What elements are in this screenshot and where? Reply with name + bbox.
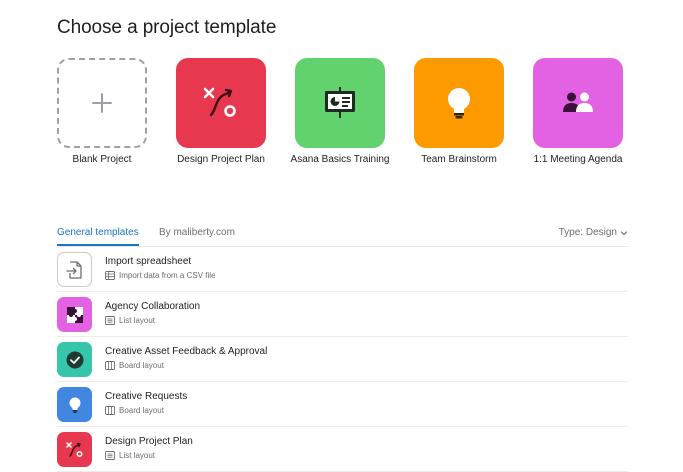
type-filter-label: Type: Design bbox=[558, 227, 617, 238]
list-item-subtitle: Import data from a CSV file bbox=[105, 271, 215, 280]
design-project-plan-thumb bbox=[57, 432, 92, 467]
list-item-title: Creative Asset Feedback & Approval bbox=[105, 346, 268, 357]
list-item-title: Creative Requests bbox=[105, 391, 188, 402]
template-tabs: General templates By maliberty.com Type:… bbox=[57, 222, 628, 247]
list-layout-icon bbox=[105, 316, 115, 325]
puzzle-icon bbox=[66, 306, 83, 323]
list-item-design-project-plan[interactable]: Design Project Plan List layout bbox=[57, 427, 628, 472]
spreadsheet-icon bbox=[105, 271, 115, 280]
list-item-subtitle-text: Import data from a CSV file bbox=[119, 271, 216, 280]
board-layout-icon bbox=[105, 406, 115, 415]
type-filter-dropdown[interactable]: Type: Design bbox=[559, 227, 628, 238]
meeting-agenda-tile[interactable] bbox=[533, 58, 623, 148]
blank-project-tile[interactable] bbox=[57, 58, 147, 148]
list-item-agency-collaboration[interactable]: Agency Collaboration List layout bbox=[57, 292, 628, 337]
list-item-import-spreadsheet[interactable]: Import spreadsheet Import data from a CS… bbox=[57, 247, 628, 292]
card-1-1-meeting-agenda[interactable]: 1:1 Meeting Agenda bbox=[533, 58, 623, 165]
list-item-title: Design Project Plan bbox=[105, 436, 193, 447]
card-asana-basics-training[interactable]: Asana Basics Training bbox=[291, 58, 389, 165]
list-item-subtitle: List layout bbox=[105, 316, 155, 325]
lightbulb-icon bbox=[448, 88, 470, 119]
card-label: Design Project Plan bbox=[177, 154, 265, 165]
template-cards: Blank Project Design Project Plan Asana … bbox=[0, 58, 683, 178]
list-item-creative-asset-feedback[interactable]: Creative Asset Feedback & Approval Board… bbox=[57, 337, 628, 382]
card-label: Blank Project bbox=[72, 154, 132, 165]
team-brainstorm-tile[interactable] bbox=[414, 58, 504, 148]
presentation-board-icon bbox=[325, 87, 355, 118]
list-item-subtitle: Board layout bbox=[105, 361, 164, 370]
import-thumb bbox=[57, 252, 92, 287]
board-layout-icon bbox=[105, 361, 115, 370]
design-plan-icon bbox=[65, 441, 82, 457]
asana-basics-training-tile[interactable] bbox=[295, 58, 385, 148]
two-people-icon bbox=[563, 92, 593, 112]
card-label: Team Brainstorm bbox=[421, 154, 497, 165]
list-item-title: Import spreadsheet bbox=[105, 256, 192, 267]
list-item-subtitle: Board layout bbox=[105, 406, 164, 415]
chevron-down-icon bbox=[620, 230, 628, 235]
list-item-subtitle-text: Board layout bbox=[119, 406, 164, 415]
file-import-icon bbox=[65, 260, 82, 279]
tab-by-organization[interactable]: By maliberty.com bbox=[159, 227, 235, 244]
card-blank-project[interactable]: Blank Project bbox=[57, 58, 147, 165]
plus-icon bbox=[92, 93, 112, 113]
lightbulb-icon bbox=[69, 397, 80, 413]
template-list: Import spreadsheet Import data from a CS… bbox=[57, 247, 628, 472]
design-project-plan-tile[interactable] bbox=[176, 58, 266, 148]
check-circle-icon bbox=[66, 351, 83, 368]
creative-requests-thumb bbox=[57, 387, 92, 422]
list-item-creative-requests[interactable]: Creative Requests Board layout bbox=[57, 382, 628, 427]
card-label: Asana Basics Training bbox=[290, 154, 390, 165]
tab-general-templates[interactable]: General templates bbox=[57, 227, 139, 246]
card-design-project-plan[interactable]: Design Project Plan bbox=[176, 58, 266, 165]
list-item-subtitle-text: Board layout bbox=[119, 361, 164, 370]
card-label: 1:1 Meeting Agenda bbox=[533, 154, 623, 165]
design-plan-icon bbox=[203, 87, 236, 117]
page-title: Choose a project template bbox=[57, 17, 277, 38]
list-item-title: Agency Collaboration bbox=[105, 301, 201, 312]
agency-collaboration-thumb bbox=[57, 297, 92, 332]
card-team-brainstorm[interactable]: Team Brainstorm bbox=[414, 58, 504, 165]
list-item-subtitle-text: List layout bbox=[119, 316, 156, 325]
creative-asset-feedback-thumb bbox=[57, 342, 92, 377]
